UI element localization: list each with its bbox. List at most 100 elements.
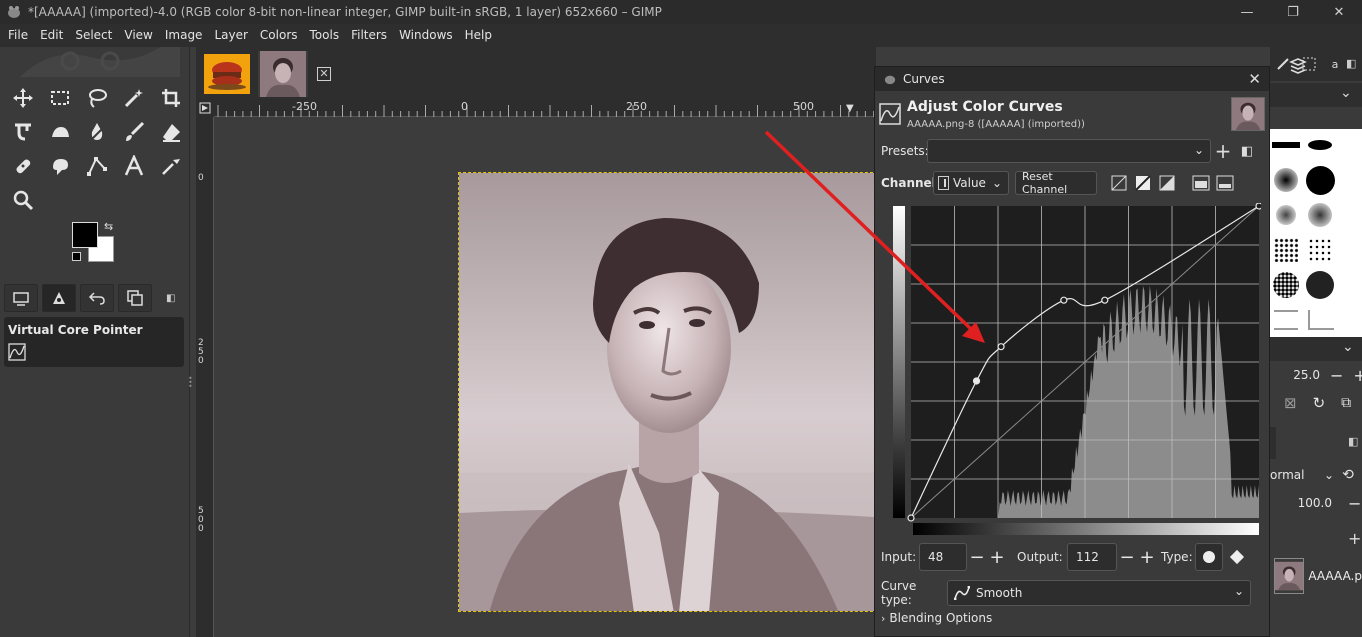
menu-windows[interactable]: Windows (393, 24, 459, 47)
layer-row[interactable]: AAAAA.p (1270, 555, 1362, 597)
vertical-ruler[interactable]: 0 250 500 (196, 117, 214, 637)
decrement-button[interactable]: − (1348, 494, 1361, 513)
selected-control-point[interactable] (972, 377, 981, 385)
tool-options-tab[interactable] (4, 284, 38, 312)
chevron-down-icon[interactable]: ⌄ (1342, 339, 1354, 355)
perceptual-button[interactable] (1155, 171, 1179, 195)
reset-channel-button[interactable]: Reset Channel (1015, 170, 1097, 196)
brush-item[interactable] (1270, 199, 1302, 232)
dock-menu-icon[interactable]: ◧ (1348, 435, 1358, 448)
brush-item[interactable] (1270, 269, 1302, 302)
undo-history-tab[interactable] (80, 284, 114, 312)
output-increment-button[interactable]: + (1137, 543, 1157, 571)
heal-icon[interactable] (4, 149, 41, 183)
menu-file[interactable]: File (2, 24, 34, 47)
image-canvas-photo[interactable] (458, 172, 888, 612)
brush-item[interactable] (1270, 234, 1302, 267)
brush-item[interactable] (1338, 164, 1362, 197)
layers-stack-tab[interactable] (1282, 53, 1314, 79)
images-tab[interactable] (118, 284, 152, 312)
brush-item[interactable] (1270, 304, 1302, 337)
menu-edit[interactable]: Edit (34, 24, 69, 47)
brush-item[interactable] (1338, 129, 1362, 162)
menu-layer[interactable]: Layer (208, 24, 253, 47)
control-point[interactable] (1255, 203, 1261, 210)
brush-item[interactable] (1304, 304, 1336, 337)
menu-colors[interactable]: Colors (254, 24, 304, 47)
open-folder-icon[interactable]: ⧉ (1341, 395, 1351, 411)
refresh-icon[interactable]: ↻ (1313, 394, 1326, 412)
blending-options-expander[interactable]: › Blending Options (881, 611, 992, 625)
warp-icon[interactable] (4, 115, 41, 149)
device-status-tab[interactable] (42, 284, 76, 312)
reset-colors-icon[interactable] (72, 252, 81, 261)
add-preset-button[interactable]: + (1211, 139, 1235, 163)
rect-select-icon[interactable] (41, 81, 78, 115)
canvas-area[interactable]: -250 0 250 500 ▼ 0 250 500 (196, 99, 888, 637)
brush-item[interactable] (1338, 234, 1362, 267)
smudge-icon[interactable] (41, 149, 78, 183)
brush-item[interactable] (1270, 164, 1302, 197)
histogram-log-scale-button[interactable] (1213, 171, 1237, 195)
text-icon[interactable] (115, 149, 152, 183)
close-curves-button[interactable]: ✕ (1248, 70, 1261, 88)
menu-image[interactable]: Image (159, 24, 209, 47)
delete-brush-icon[interactable]: ⊠ (1284, 394, 1297, 412)
tab-menu-icon[interactable]: ◧ (166, 293, 175, 304)
menu-view[interactable]: View (118, 24, 158, 47)
fonts-tab[interactable]: a (1322, 51, 1348, 77)
menu-help[interactable]: Help (459, 24, 498, 47)
input-decrement-button[interactable]: − (967, 543, 987, 571)
menu-select[interactable]: Select (69, 24, 118, 47)
menu-tools[interactable]: Tools (304, 24, 346, 47)
mode-cycle-icon[interactable]: ⟲ (1342, 467, 1354, 483)
brush-item[interactable] (1304, 164, 1336, 197)
close-tab-button[interactable]: ✕ (306, 51, 342, 97)
menu-filters[interactable]: Filters (345, 24, 393, 47)
maximize-button[interactable]: ❐ (1270, 0, 1316, 24)
brush-item[interactable] (1270, 129, 1302, 162)
opacity-value[interactable]: 100.0 (1270, 496, 1332, 510)
channel-dropdown[interactable]: Value ⌄ (933, 171, 1009, 195)
brush-item[interactable] (1304, 199, 1336, 232)
ruler-corner-button[interactable] (196, 99, 214, 117)
dock-menu-icon[interactable]: ◧ (1346, 57, 1356, 70)
brush-size-value[interactable]: 25.0 (1270, 368, 1320, 382)
output-decrement-button[interactable]: − (1117, 543, 1137, 571)
input-increment-button[interactable]: + (987, 543, 1007, 571)
corner-point-button[interactable] (1223, 543, 1251, 571)
brush-item[interactable] (1338, 269, 1362, 302)
color-picker-icon[interactable] (152, 149, 189, 183)
control-point[interactable] (997, 343, 1005, 351)
close-window-button[interactable]: ✕ (1316, 0, 1362, 24)
minimize-button[interactable]: — (1224, 0, 1270, 24)
smooth-point-button[interactable] (1195, 543, 1223, 571)
chevron-down-icon[interactable]: ⌄ (1340, 85, 1352, 101)
mode-value[interactable]: ormal (1270, 468, 1320, 482)
image-tab-portrait[interactable] (258, 51, 308, 97)
brush-item[interactable] (1304, 129, 1336, 162)
input-value-field[interactable]: 48 (919, 543, 967, 571)
control-point[interactable] (1060, 296, 1068, 304)
lasso-icon[interactable] (78, 81, 115, 115)
increment-button[interactable]: + (1353, 366, 1362, 385)
presets-dropdown[interactable]: ⌄ (927, 139, 1211, 163)
paintbrush-icon[interactable] (115, 115, 152, 149)
brush-grid[interactable] (1270, 129, 1362, 337)
fuzzy-select-icon[interactable] (115, 81, 152, 115)
linear-histogram-button[interactable] (1107, 171, 1131, 195)
eraser-icon[interactable] (152, 115, 189, 149)
preset-menu-button[interactable]: ◧ (1235, 139, 1259, 163)
image-tab-burger[interactable] (202, 51, 252, 97)
path-icon[interactable] (78, 149, 115, 183)
add-icon[interactable]: + (1348, 529, 1361, 548)
foreground-color-swatch[interactable] (72, 222, 98, 248)
panel-resize-grip[interactable]: • • • (188, 375, 193, 391)
brush-item[interactable] (1338, 304, 1362, 337)
ink-icon[interactable] (78, 115, 115, 149)
curves-dialog-titlebar[interactable]: Curves ✕ (875, 67, 1269, 91)
horizontal-ruler[interactable]: -250 0 250 500 ▼ (214, 99, 876, 117)
output-value-field[interactable]: 112 (1067, 543, 1117, 571)
log-histogram-button[interactable] (1131, 171, 1155, 195)
crop-icon[interactable] (152, 81, 189, 115)
